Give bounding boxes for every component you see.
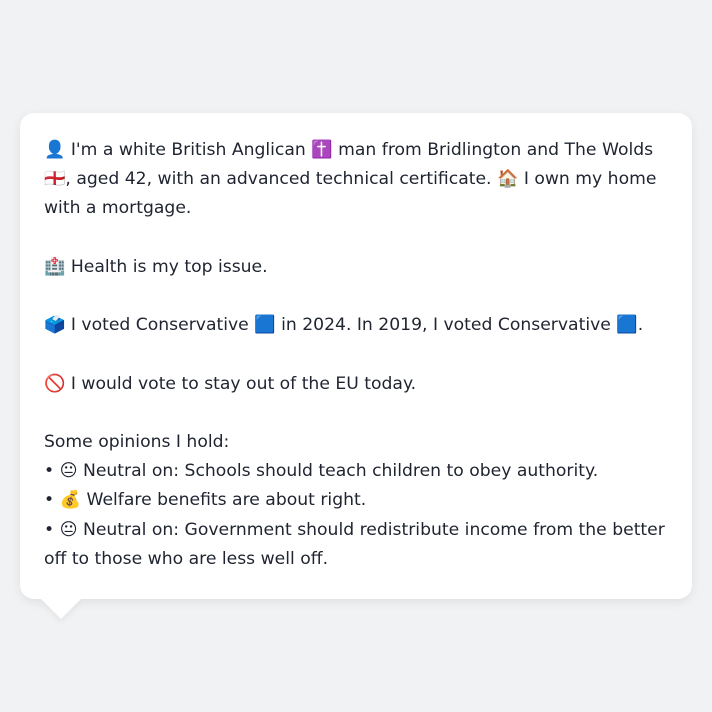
opinion-item: • 😐 Neutral on: Government should redist… [44, 519, 665, 569]
opinion-item: • 😐 Neutral on: Schools should teach chi… [44, 461, 599, 482]
opinions-heading: Some opinions I hold: [44, 431, 230, 452]
opinion-item: • 💰 Welfare benefits are about right. [44, 490, 367, 511]
eu-stance-text: 🚫 I would vote to stay out of the EU tod… [44, 373, 417, 394]
bubble-tail [41, 599, 81, 619]
voting-history-text: 🗳️ I voted Conservative 🟦 in 2024. In 20… [44, 315, 644, 336]
persona-message-bubble: 👤 I'm a white British Anglican ✝️ man fr… [20, 113, 692, 599]
top-issue-text: 🏥 Health is my top issue. [44, 256, 268, 277]
persona-intro-text: 👤 I'm a white British Anglican ✝️ man fr… [44, 140, 657, 219]
